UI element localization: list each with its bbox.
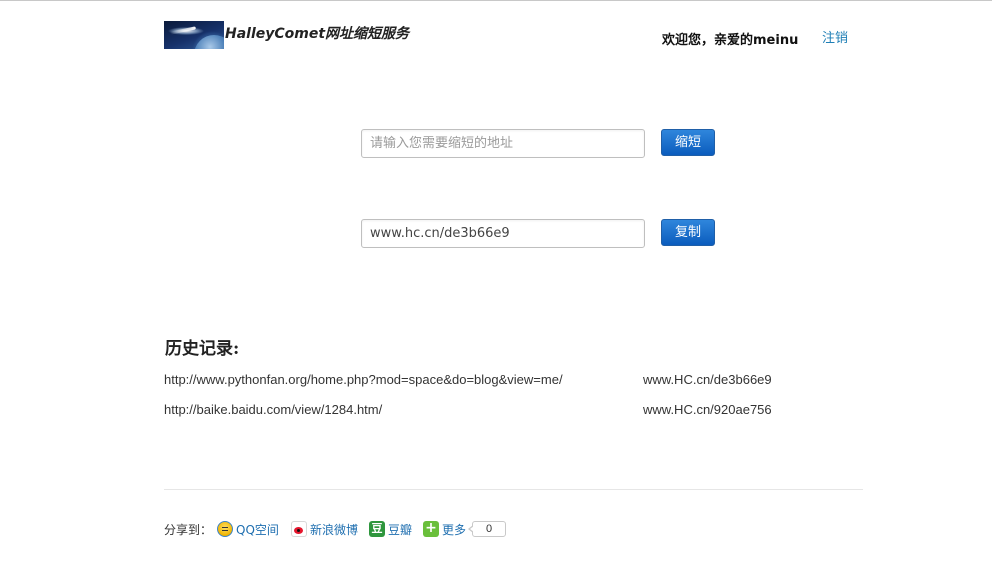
share-douban-label: 豆瓣 <box>388 522 413 537</box>
top-border <box>0 0 992 1</box>
more-plus-icon: + <box>423 521 439 537</box>
sina-weibo-icon <box>291 521 307 537</box>
url-input[interactable] <box>361 129 645 158</box>
history-short-url[interactable]: www.HC.cn/de3b66e9 <box>643 372 772 388</box>
history-short-url[interactable]: www.HC.cn/920ae756 <box>643 402 772 418</box>
share-count-badge: 0 <box>468 521 506 537</box>
history-long-url[interactable]: http://baike.baidu.com/view/1284.htm/ <box>164 402 382 418</box>
history-row: http://www.pythonfan.org/home.php?mod=sp… <box>0 372 992 390</box>
share-more-button[interactable]: + 更多 <box>423 520 466 538</box>
share-qzone-label: QQ空间 <box>236 522 279 537</box>
shorten-button[interactable]: 缩短 <box>661 129 715 156</box>
history-long-url[interactable]: http://www.pythonfan.org/home.php?mod=sp… <box>164 372 563 388</box>
planet-shape <box>194 35 224 49</box>
welcome-message: 欢迎您，亲爱的meinu <box>662 33 799 48</box>
history-row: http://baike.baidu.com/view/1284.htm/ ww… <box>0 402 992 420</box>
share-more-label: 更多 <box>442 522 467 537</box>
share-weibo-label: 新浪微博 <box>310 522 359 537</box>
qzone-icon <box>217 521 233 537</box>
share-weibo-button[interactable]: 新浪微博 <box>291 520 358 538</box>
copy-button[interactable]: 复制 <box>661 219 715 246</box>
logout-link[interactable]: 注销 <box>822 31 848 47</box>
history-title: 历史记录: <box>165 339 240 359</box>
footer-divider <box>164 489 863 490</box>
short-url-output[interactable] <box>361 219 645 248</box>
site-title: HalleyComet网址缩短服务 <box>225 26 410 42</box>
share-label: 分享到： <box>164 523 213 537</box>
share-qzone-button[interactable]: QQ空间 <box>217 520 279 538</box>
share-douban-button[interactable]: 豆 豆瓣 <box>369 520 412 538</box>
comet-streak <box>169 26 197 35</box>
comet-logo-image <box>164 21 224 49</box>
douban-icon: 豆 <box>369 521 385 537</box>
